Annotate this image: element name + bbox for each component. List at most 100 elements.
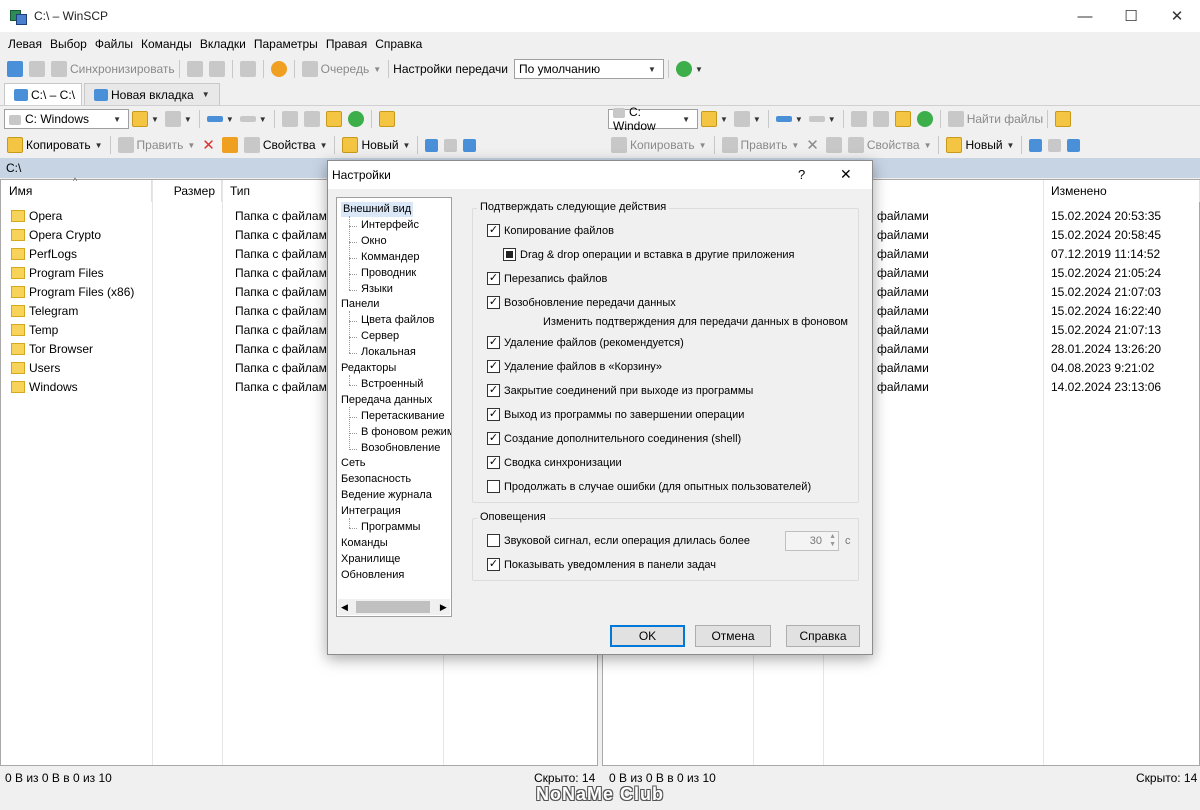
- confirm-checkbox[interactable]: Выход из программы по завершении операци…: [487, 408, 744, 421]
- tree-item[interactable]: Сеть: [341, 456, 365, 471]
- confirm-checkbox[interactable]: Drag & drop операции и вставка в другие …: [503, 248, 795, 261]
- menu-tabs[interactable]: Вкладки: [196, 37, 250, 51]
- cancel-button[interactable]: Отмена: [695, 625, 771, 647]
- tab-new[interactable]: Новая вкладка ▼: [84, 83, 220, 105]
- root-dir-icon[interactable]: [303, 111, 320, 127]
- confirm-checkbox[interactable]: Возобновление передачи данных: [487, 296, 676, 309]
- tree-item[interactable]: Программы: [361, 520, 420, 535]
- menu-options[interactable]: Параметры: [250, 37, 322, 51]
- confirm-background-link[interactable]: Изменить подтверждения для передачи данн…: [543, 316, 848, 328]
- checkbox-box[interactable]: [487, 224, 500, 237]
- scroll-right-icon[interactable]: ▶: [440, 602, 447, 613]
- left-edit-button[interactable]: Править: [137, 138, 184, 152]
- menu-right[interactable]: Правая: [322, 37, 371, 51]
- filter-icon[interactable]: [164, 111, 181, 127]
- parent-dir-icon[interactable]: [850, 111, 867, 127]
- checkbox-box[interactable]: [487, 456, 500, 469]
- delete-icon[interactable]: ✕: [202, 136, 215, 154]
- select-plus-icon[interactable]: [425, 138, 439, 152]
- confirm-checkbox[interactable]: Сводка синхронизации: [487, 456, 622, 469]
- tree-item[interactable]: Языки: [361, 282, 393, 297]
- help-button[interactable]: Справка: [786, 625, 860, 647]
- transfer-settings-select[interactable]: По умолчанию ▼: [513, 59, 664, 79]
- open-folder-icon[interactable]: [132, 111, 148, 127]
- confirm-checkbox[interactable]: Удаление файлов в «Корзину»: [487, 360, 662, 373]
- tree-item[interactable]: Коммандер: [361, 250, 420, 265]
- settings-tree[interactable]: Внешний вид Интерфейс Окно Коммандер Проводн…: [336, 197, 452, 617]
- spinner-icon[interactable]: ▲ ▼: [829, 533, 836, 549]
- checkbox-box[interactable]: [487, 296, 500, 309]
- tree-item[interactable]: Встроенный: [361, 377, 423, 392]
- menu-left[interactable]: Левая: [4, 37, 46, 51]
- menu-files[interactable]: Файлы: [91, 37, 137, 51]
- beep-checkbox[interactable]: Звуковой сигнал, если операция длилась б…: [487, 534, 750, 547]
- tree-item[interactable]: Проводник: [361, 266, 416, 281]
- tree-item[interactable]: Команды: [341, 536, 388, 551]
- checkbox-box[interactable]: [487, 360, 500, 373]
- col-modified-header[interactable]: Изменено: [1043, 180, 1200, 202]
- dialog-close-icon[interactable]: ✕: [840, 166, 852, 183]
- beep-seconds-input[interactable]: 30 ▲ ▼: [785, 531, 839, 551]
- ok-button[interactable]: OK: [610, 625, 685, 647]
- tree-item[interactable]: Локальная: [361, 345, 416, 360]
- tree-item[interactable]: Перетаскивание: [361, 409, 445, 424]
- synchronize-button[interactable]: Синхронизировать: [70, 62, 175, 76]
- tree-item[interactable]: Ведение журнала: [341, 488, 432, 503]
- root-dir-icon[interactable]: [872, 111, 889, 127]
- confirm-checkbox[interactable]: Копирование файлов: [487, 224, 614, 237]
- tree-icon[interactable]: [378, 111, 395, 127]
- tree-item[interactable]: Безопасность: [341, 472, 411, 487]
- checkbox-box[interactable]: [487, 432, 500, 445]
- right-properties-button[interactable]: Свойства: [867, 138, 920, 152]
- checkbox-box[interactable]: [487, 384, 500, 397]
- back-icon[interactable]: [775, 116, 792, 122]
- tree-item[interactable]: Передача данных: [341, 393, 432, 408]
- menu-commands[interactable]: Команды: [137, 37, 196, 51]
- select-minus-icon[interactable]: [1048, 138, 1062, 152]
- checkbox-box[interactable]: [503, 248, 516, 261]
- taskbar-box[interactable]: [487, 558, 500, 571]
- tree-item[interactable]: Возобновление: [361, 441, 440, 456]
- tree-item[interactable]: Внешний вид: [341, 202, 414, 217]
- checkbox-box[interactable]: [487, 272, 500, 285]
- home-icon[interactable]: [325, 111, 342, 127]
- back-icon[interactable]: [206, 116, 223, 122]
- scroll-left-icon[interactable]: ◀: [341, 602, 348, 613]
- col-name-header[interactable]: Имя ^: [1, 176, 152, 202]
- invert-select-icon[interactable]: [1067, 138, 1081, 152]
- checkbox-box[interactable]: [487, 336, 500, 349]
- select-plus-icon[interactable]: [1029, 138, 1043, 152]
- beep-box[interactable]: [487, 534, 500, 547]
- right-new-button[interactable]: Новый: [965, 138, 1002, 152]
- parent-dir-icon[interactable]: [281, 111, 298, 127]
- tree-item[interactable]: В фоновом режим: [361, 425, 451, 440]
- refresh-icon[interactable]: [916, 111, 933, 127]
- confirm-checkbox[interactable]: Продолжать в случае ошибки (для опытных …: [487, 480, 811, 493]
- left-drive-select[interactable]: C: Windows ▼: [4, 109, 129, 129]
- compare-dirs-icon[interactable]: [7, 61, 23, 77]
- invert-select-icon[interactable]: [463, 138, 477, 152]
- left-copy-button[interactable]: Копировать: [26, 138, 91, 152]
- col-size-header[interactable]: Размер: [152, 180, 222, 202]
- scroll-thumb[interactable]: [355, 601, 430, 613]
- minimize-button[interactable]: —: [1062, 0, 1108, 32]
- tree-item[interactable]: Интеграция: [341, 504, 401, 519]
- tree-hscrollbar[interactable]: ◀ ▶: [338, 599, 450, 615]
- tab-local[interactable]: C:\ – C:\: [4, 83, 83, 105]
- confirm-checkbox[interactable]: Создание дополнительного соединения (she…: [487, 432, 741, 445]
- tree-item[interactable]: Обновления: [341, 568, 404, 583]
- tree-item[interactable]: Панели: [341, 297, 379, 312]
- filter-icon[interactable]: [733, 111, 750, 127]
- confirm-checkbox[interactable]: Перезапись файлов: [487, 272, 607, 285]
- dialog-help-icon[interactable]: ?: [798, 167, 805, 182]
- home-icon[interactable]: [894, 111, 911, 127]
- taskbar-notify-checkbox[interactable]: Показывать уведомления в панели задач: [487, 558, 716, 571]
- close-window-button[interactable]: ✕: [1154, 0, 1200, 32]
- maximize-button[interactable]: ☐: [1108, 0, 1154, 32]
- right-edit-button[interactable]: Править: [741, 138, 788, 152]
- menu-select[interactable]: Выбор: [46, 37, 91, 51]
- left-properties-button[interactable]: Свойства: [263, 138, 316, 152]
- tree-item[interactable]: Хранилище: [341, 552, 400, 567]
- right-drive-select[interactable]: C: Window ▼: [608, 105, 698, 133]
- preferences-gear-icon[interactable]: [270, 61, 287, 77]
